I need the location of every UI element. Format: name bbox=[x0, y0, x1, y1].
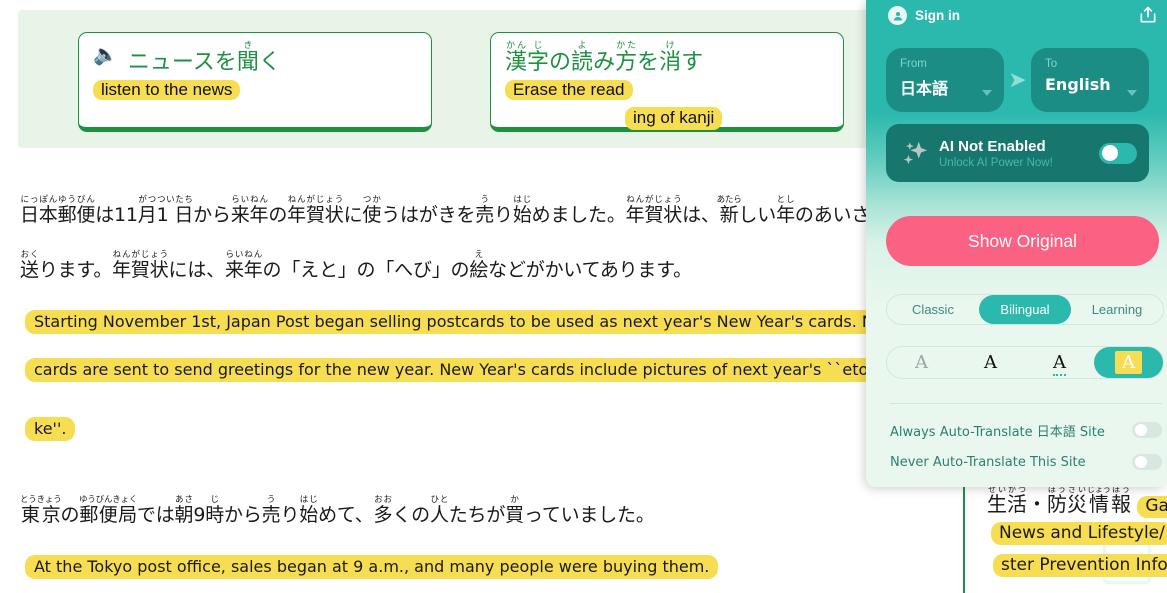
japanese-paragraph-2: 送おくります。年賀状ねんがじょうには、来年らいねんの「えと」の「へび」の絵えなど… bbox=[20, 250, 692, 281]
style-tab-plain-gray[interactable]: A bbox=[887, 347, 956, 378]
english-translation-3: ke''. bbox=[25, 417, 76, 441]
ai-enable-toggle[interactable] bbox=[1099, 142, 1137, 164]
arrow-right-icon[interactable]: ➤ bbox=[1004, 69, 1031, 91]
settings-divider bbox=[890, 403, 1162, 404]
ai-card-title: AI Not Enabled bbox=[939, 137, 1046, 155]
style-tab-dotted-underline[interactable]: A bbox=[1025, 347, 1094, 378]
listen-button-translation: listen to the news bbox=[93, 80, 241, 100]
panel-header: Sign in bbox=[866, 0, 1167, 36]
chevron-down-icon bbox=[1127, 90, 1137, 96]
speaker-icon: 🔈 bbox=[93, 44, 118, 66]
chevron-down-icon bbox=[982, 90, 992, 96]
user-avatar-icon bbox=[888, 6, 907, 25]
erase-button-translation-wrap: ing of kanji bbox=[625, 107, 831, 130]
style-tab-bold-black[interactable]: A bbox=[956, 347, 1025, 378]
erase-button-translation-line2: ing of kanji bbox=[625, 107, 723, 130]
ai-enable-card[interactable]: AI Not Enabled Unlock AI Power Now! bbox=[886, 124, 1149, 182]
never-auto-translate-row[interactable]: Never Auto-Translate This Site bbox=[890, 450, 1162, 474]
always-auto-translate-row[interactable]: Always Auto-Translate 日本語 Site bbox=[890, 418, 1162, 442]
english-translation-row-1: Starting November 1st, Japan Post began … bbox=[25, 310, 884, 334]
toggle-knob bbox=[1102, 145, 1118, 161]
webpage-content: 🔈 ニュースを聞きく listen to the news 漢かん字じの読よみ方… bbox=[0, 0, 884, 593]
always-auto-translate-toggle[interactable] bbox=[1132, 422, 1162, 438]
source-language-caption: From bbox=[900, 58, 927, 70]
listen-to-news-button[interactable]: 🔈 ニュースを聞きく listen to the news bbox=[78, 32, 432, 132]
translator-panel: Sign in From 日本語 ➤ To English AI Not Ena… bbox=[866, 0, 1167, 487]
english-translation-row-2: cards are sent to send greetings for the… bbox=[25, 358, 884, 382]
tab-classic[interactable]: Classic bbox=[887, 295, 979, 324]
always-auto-translate-label: Always Auto-Translate 日本語 Site bbox=[890, 424, 1105, 440]
never-auto-translate-label: Never Auto-Translate This Site bbox=[890, 454, 1086, 470]
target-language-select[interactable]: To English bbox=[1031, 48, 1149, 112]
listen-button-japanese-label: ニュースを聞きく bbox=[127, 41, 281, 75]
ai-card-text: AI Not Enabled Unlock AI Power Now! bbox=[939, 138, 1099, 169]
news-toolbar: 🔈 ニュースを聞きく listen to the news 漢かん字じの読よみ方… bbox=[18, 10, 884, 148]
english-translation-row-4: At the Tokyo post office, sales began at… bbox=[25, 555, 719, 579]
sidebar-english-1: News and Lifestyle/ bbox=[991, 522, 1167, 545]
view-mode-tabs: Classic Bilingual Learning bbox=[886, 294, 1164, 325]
language-selector-row: From 日本語 ➤ To English bbox=[886, 48, 1149, 112]
style-letter-a: A bbox=[915, 352, 928, 373]
tab-bilingual[interactable]: Bilingual bbox=[979, 295, 1071, 324]
style-letter-a: A bbox=[1115, 351, 1142, 374]
erase-button-japanese-label: 漢かん字じの読よみ方かたを消けす bbox=[505, 41, 704, 75]
ai-card-subtitle: Unlock AI Power Now! bbox=[939, 156, 1053, 169]
sidebar-english-row-1: News and Lifestyle/ bbox=[991, 522, 1167, 545]
target-language-value: English bbox=[1045, 74, 1111, 94]
source-language-select[interactable]: From 日本語 bbox=[886, 48, 1004, 112]
japanese-paragraph-3: 東京とうきょうの郵便局ゆうびんきょくでは朝あさ9時じから売うり始はじめて、多おお… bbox=[20, 495, 655, 526]
english-translation-4: At the Tokyo post office, sales began at… bbox=[25, 555, 719, 579]
style-tab-highlight[interactable]: A bbox=[1094, 347, 1163, 378]
target-language-caption: To bbox=[1045, 58, 1058, 70]
sparkle-icon bbox=[900, 138, 930, 168]
english-translation-row-3: ke''. bbox=[25, 417, 76, 441]
toggle-knob bbox=[1134, 456, 1147, 468]
english-translation-1: Starting November 1st, Japan Post began … bbox=[25, 310, 884, 334]
sign-in-button[interactable]: Sign in bbox=[888, 6, 960, 25]
source-language-value: 日本語 bbox=[900, 78, 949, 98]
screen-root: 🔈 ニュースを聞きく listen to the news 漢かん字じの読よみ方… bbox=[0, 0, 1167, 593]
english-translation-2: cards are sent to send greetings for the… bbox=[25, 358, 884, 382]
sign-in-label: Sign in bbox=[915, 8, 960, 23]
toggle-knob bbox=[1134, 424, 1147, 436]
text-style-tabs: A A A A bbox=[886, 346, 1164, 379]
sidebar-japanese-heading[interactable]: 生せい活かつ・防ぼう災さい情じょう報ほう Gako bbox=[987, 485, 1167, 518]
erase-furigana-button[interactable]: 漢かん字じの読よみ方かたを消けす Erase the read ing of k… bbox=[490, 32, 844, 132]
tab-learning[interactable]: Learning bbox=[1071, 295, 1163, 324]
style-letter-a: A bbox=[984, 352, 997, 373]
japanese-paragraph-1: 日本郵便にっぽんゆうびんは11月がつ1 日ついたちから来年らいねんの年賀状ねんが… bbox=[20, 195, 884, 226]
style-letter-a: A bbox=[1053, 352, 1066, 376]
sidebar-heading-tail: Gako bbox=[1137, 496, 1167, 518]
erase-button-translation: Erase the read bbox=[505, 80, 633, 100]
sidebar-english-row-2: ster Prevention Infor bbox=[993, 554, 1167, 577]
show-original-button[interactable]: Show Original bbox=[886, 216, 1159, 266]
share-external-icon[interactable] bbox=[1138, 5, 1158, 25]
sidebar-english-2: ster Prevention Infor bbox=[993, 554, 1167, 577]
never-auto-translate-toggle[interactable] bbox=[1132, 454, 1162, 470]
